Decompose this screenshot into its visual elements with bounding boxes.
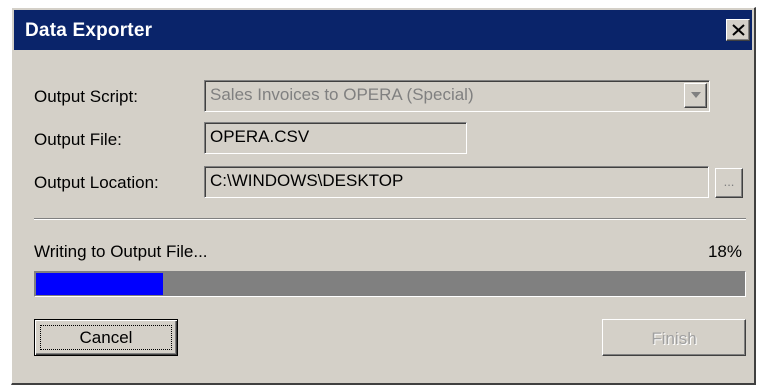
cancel-button[interactable]: Cancel: [34, 319, 178, 356]
output-file-value: OPERA.CSV: [210, 127, 310, 146]
output-file-label: Output File:: [34, 130, 122, 149]
title-bar[interactable]: Data Exporter: [14, 10, 752, 50]
output-file-field[interactable]: OPERA.CSV: [204, 122, 467, 154]
progress-percent-text: 18%: [707, 242, 742, 261]
chevron-down-icon: [691, 92, 701, 98]
output-script-dropdown-button[interactable]: [684, 83, 707, 108]
progress-bar-fill: [36, 273, 163, 295]
progress-status-text: Writing to Output File...: [34, 242, 208, 261]
output-location-value: C:\WINDOWS\DESKTOP: [210, 171, 404, 190]
window-title: Data Exporter: [25, 20, 153, 41]
progress-bar: [34, 271, 746, 297]
close-button[interactable]: [726, 19, 750, 41]
data-exporter-window: Data Exporter Output Script: Sales Invoi…: [11, 7, 756, 385]
output-script-select[interactable]: Sales Invoices to OPERA (Special): [204, 80, 710, 112]
output-script-value: Sales Invoices to OPERA (Special): [210, 85, 474, 104]
cancel-button-label: Cancel: [79, 328, 133, 347]
finish-button[interactable]: Finish: [602, 319, 746, 356]
close-icon: [732, 24, 745, 36]
browse-button[interactable]: ...: [715, 168, 743, 198]
output-location-field[interactable]: C:\WINDOWS\DESKTOP: [204, 166, 709, 198]
separator: [34, 218, 746, 220]
finish-button-label: Finish: [651, 329, 697, 348]
output-location-label: Output Location:: [34, 173, 159, 192]
output-script-label: Output Script:: [34, 87, 138, 106]
